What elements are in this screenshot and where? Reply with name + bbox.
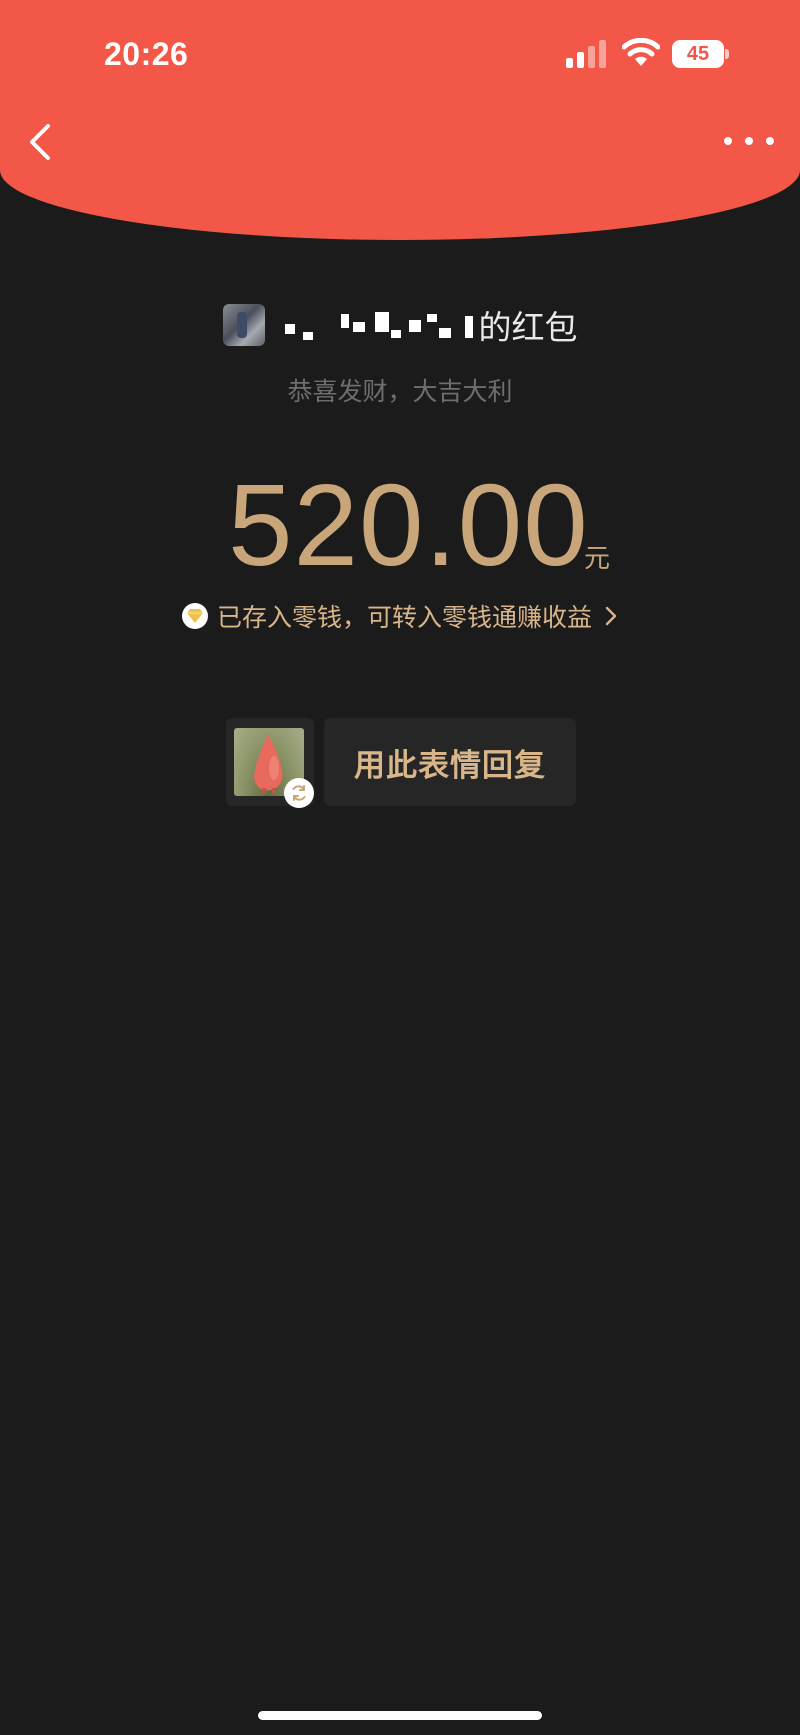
dot — [766, 137, 774, 145]
sender-name-redacted — [269, 302, 479, 348]
reply-with-sticker-button[interactable]: 用此表情回复 — [324, 718, 576, 806]
diamond-icon — [181, 603, 208, 629]
status-time: 20:26 — [104, 36, 189, 72]
sender-avatar[interactable] — [222, 304, 265, 346]
sender-row: 的红包 — [0, 302, 800, 348]
chevron-left-icon[interactable] — [24, 122, 56, 162]
amount-unit: 元 — [584, 544, 611, 574]
amount-row: 520.00 元 — [0, 460, 800, 590]
home-indicator[interactable] — [258, 1711, 542, 1720]
battery-level: 45 — [686, 42, 710, 65]
blessing-message: 恭喜发财，大吉大利 — [287, 377, 513, 406]
battery-icon: 45 — [672, 40, 724, 68]
dot — [745, 137, 753, 145]
refresh-icon[interactable] — [284, 778, 314, 808]
sender-label: 的红包 — [478, 308, 578, 347]
wifi-icon — [622, 38, 660, 66]
dot — [724, 137, 732, 145]
battery-tip — [725, 49, 729, 59]
more-dots-icon[interactable] — [724, 128, 774, 154]
cellular-signal-icon — [566, 40, 606, 68]
change-notice-link[interactable]: 已存入零钱，可转入零钱通赚收益 — [0, 598, 800, 634]
change-notice-text: 已存入零钱，可转入零钱通赚收益 — [216, 603, 592, 632]
chevron-right-icon — [605, 606, 617, 626]
status-bar: 20:26 45 — [0, 0, 800, 110]
amount-value: 520.00 — [228, 460, 589, 590]
